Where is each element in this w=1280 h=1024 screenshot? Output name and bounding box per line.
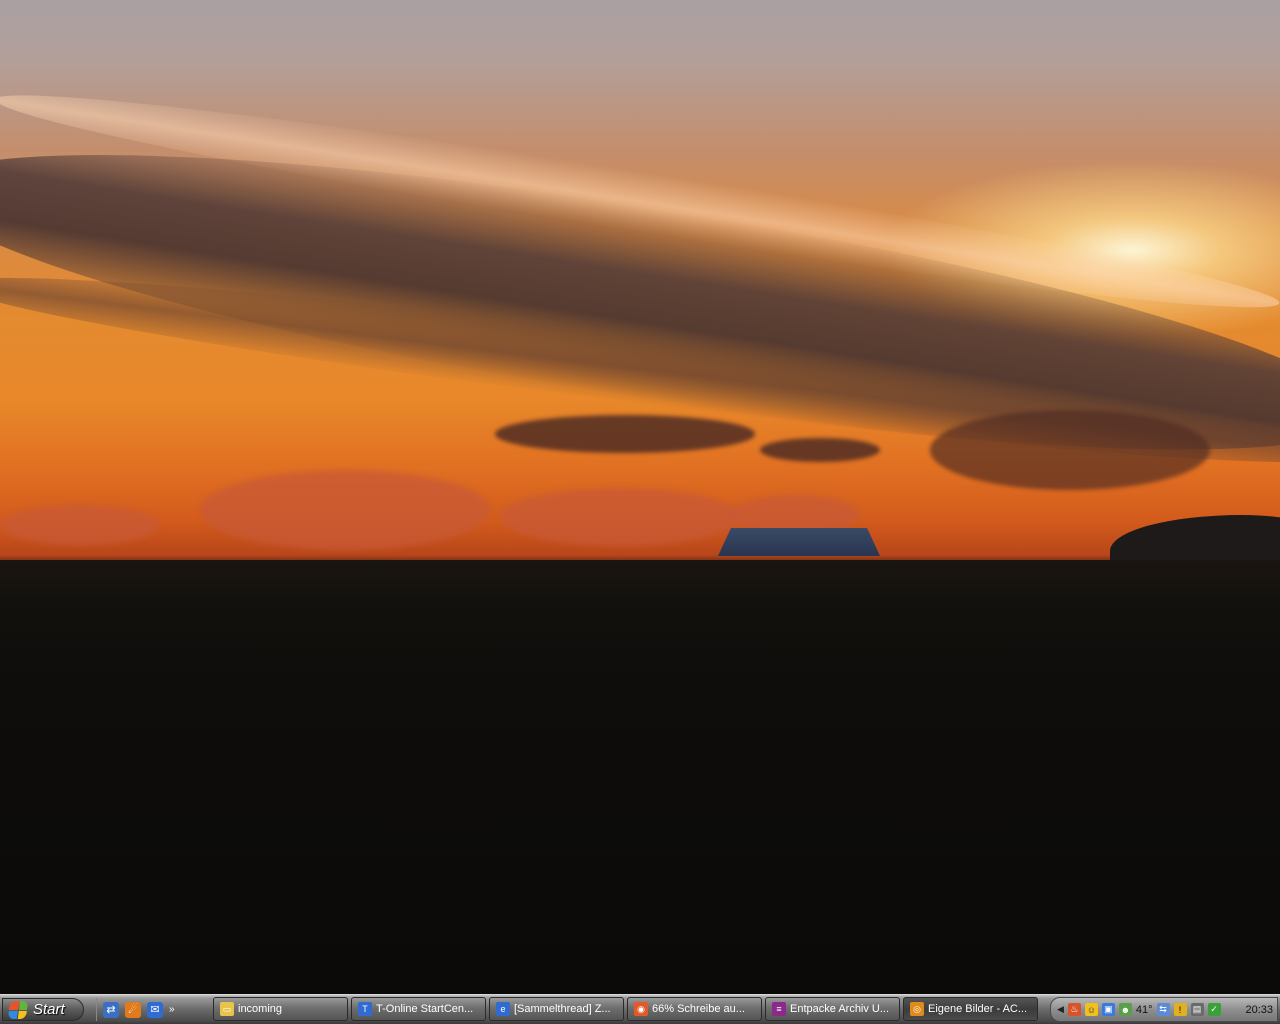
desktop-wallpaper xyxy=(0,0,1280,994)
start-button[interactable]: Start xyxy=(2,998,84,1021)
cloud-puff xyxy=(500,488,740,546)
burn-icon: ◉ xyxy=(634,1002,648,1016)
cloud-small xyxy=(930,410,1210,490)
security-icon[interactable]: ✓ xyxy=(1207,1003,1221,1016)
t-online-icon: T xyxy=(358,1002,372,1016)
acdsee-icon: ◎ xyxy=(910,1002,924,1016)
field-silhouette xyxy=(0,560,1280,994)
windows-logo-icon xyxy=(7,1000,29,1019)
browser-icon: e xyxy=(496,1002,510,1016)
task-list: ▭ incoming T T-Online StartCen... e [Sam… xyxy=(213,997,1038,1021)
temperature-readout[interactable]: 41° xyxy=(1136,1004,1153,1016)
quick-launch-more-button[interactable]: » xyxy=(169,1004,175,1015)
clock[interactable]: 20:33 xyxy=(1245,1004,1273,1016)
network-tray-icon[interactable]: ⇆ xyxy=(1156,1003,1170,1016)
task-button-sammelthread[interactable]: e [Sammelthread] Z... xyxy=(489,997,624,1021)
warning-icon[interactable]: ! xyxy=(1173,1003,1187,1016)
task-label: [Sammelthread] Z... xyxy=(514,1003,611,1015)
winrar-icon: ≡ xyxy=(772,1002,786,1016)
task-label: Entpacke Archiv U... xyxy=(790,1003,890,1015)
monitor-icon[interactable]: ▣ xyxy=(1101,1003,1115,1016)
barn-silhouette xyxy=(718,528,880,556)
task-button-eigene-bilder[interactable]: ◎ Eigene Bilder - AC... xyxy=(903,997,1038,1021)
task-button-burn[interactable]: ◉ 66% Schreibe au... xyxy=(627,997,762,1021)
task-label: T-Online StartCen... xyxy=(376,1003,474,1015)
people-icon[interactable]: ☻ xyxy=(1118,1003,1132,1016)
network-icon[interactable]: ⇄ xyxy=(103,1001,119,1018)
task-button-incoming[interactable]: ▭ incoming xyxy=(213,997,348,1021)
task-button-entpacke[interactable]: ≡ Entpacke Archiv U... xyxy=(765,997,900,1021)
task-label: incoming xyxy=(238,1003,283,1015)
folder-icon: ▭ xyxy=(220,1002,234,1016)
firefox-icon[interactable]: ☄ xyxy=(125,1001,141,1018)
cloud-small xyxy=(495,415,755,453)
task-label: 66% Schreibe au... xyxy=(652,1003,745,1015)
start-label: Start xyxy=(33,1001,65,1018)
task-button-t-online[interactable]: T T-Online StartCen... xyxy=(351,997,486,1021)
cloud-puff xyxy=(0,505,160,545)
cloud-small xyxy=(760,438,880,462)
system-tray: ◀ ♨ ☺ ▣ ☻ 41° ⇆ ! ▤ ✓ 20:33 xyxy=(1050,997,1278,1022)
smiley-icon[interactable]: ☺ xyxy=(1084,1003,1098,1016)
tray-expand-icon[interactable]: ◀ xyxy=(1057,1004,1064,1015)
outlook-icon[interactable]: ✉ xyxy=(147,1001,163,1018)
taskbar: Start ⇄ ☄ ✉ » ▭ incoming T T-Online Star… xyxy=(0,994,1280,1024)
quick-launch-bar: ⇄ ☄ ✉ » xyxy=(96,998,181,1021)
printer-icon[interactable]: ▤ xyxy=(1190,1003,1204,1016)
fire-icon[interactable]: ♨ xyxy=(1067,1003,1081,1016)
cloud-puff xyxy=(200,470,490,550)
task-label: Eigene Bilder - AC... xyxy=(928,1003,1028,1015)
